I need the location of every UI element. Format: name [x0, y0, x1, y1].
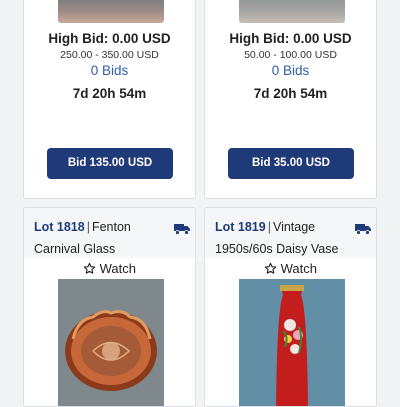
- lot-thumbnail[interactable]: [239, 0, 345, 23]
- bid-count-link[interactable]: 0 Bids: [24, 63, 195, 78]
- truck-icon: [174, 222, 191, 240]
- lot-header: Lot 1818 | Fenton: [34, 220, 131, 234]
- separator: |: [267, 220, 271, 234]
- star-outline-icon: [83, 261, 96, 276]
- lot-card-1818[interactable]: Lot 1818 | Fenton Carnival Glass Watch: [23, 207, 196, 407]
- bid-button[interactable]: Bid 135.00 USD: [47, 148, 173, 179]
- watch-button[interactable]: Watch: [24, 261, 195, 276]
- lot-number-link[interactable]: Lot 1818: [34, 220, 85, 234]
- watch-label: Watch: [280, 261, 317, 276]
- watch-button[interactable]: Watch: [205, 261, 376, 276]
- lot-card-1819[interactable]: Lot 1819 | Vintage 1950s/60s Daisy Vase Wa…: [204, 207, 377, 407]
- lot-title-part[interactable]: Fenton: [92, 220, 131, 234]
- lot-card-top-left[interactable]: High Bid: 0.00 USD 250.00 - 350.00 USD 0…: [23, 0, 196, 199]
- lot-photo[interactable]: [58, 279, 164, 406]
- watch-label: Watch: [99, 261, 136, 276]
- estimate-text: 50.00 - 100.00 USD: [244, 49, 337, 61]
- time-remaining: 7d 20h 54m: [253, 86, 328, 101]
- lot-title-line2[interactable]: 1950s/60s Daisy Vase: [215, 242, 338, 256]
- lot-photo[interactable]: [239, 279, 345, 406]
- bid-count-link[interactable]: 0 Bids: [205, 63, 376, 78]
- lot-header: Lot 1819 | Vintage: [215, 220, 315, 234]
- lot-title-part[interactable]: Vintage: [273, 220, 315, 234]
- high-bid-text: High Bid: 0.00 USD: [48, 31, 171, 46]
- lot-number-link[interactable]: Lot 1819: [215, 220, 266, 234]
- high-bid-text: High Bid: 0.00 USD: [229, 31, 352, 46]
- estimate-text: 250.00 - 350.00 USD: [60, 49, 159, 61]
- truck-icon: [355, 222, 372, 240]
- lot-card-top-right[interactable]: High Bid: 0.00 USD 50.00 - 100.00 USD 0 …: [204, 0, 377, 199]
- lot-thumbnail[interactable]: [58, 0, 164, 23]
- separator: |: [86, 220, 90, 234]
- star-outline-icon: [264, 261, 277, 276]
- time-remaining: 7d 20h 54m: [72, 86, 147, 101]
- lot-title-line2[interactable]: Carnival Glass: [34, 242, 115, 256]
- bid-button[interactable]: Bid 35.00 USD: [228, 148, 354, 179]
